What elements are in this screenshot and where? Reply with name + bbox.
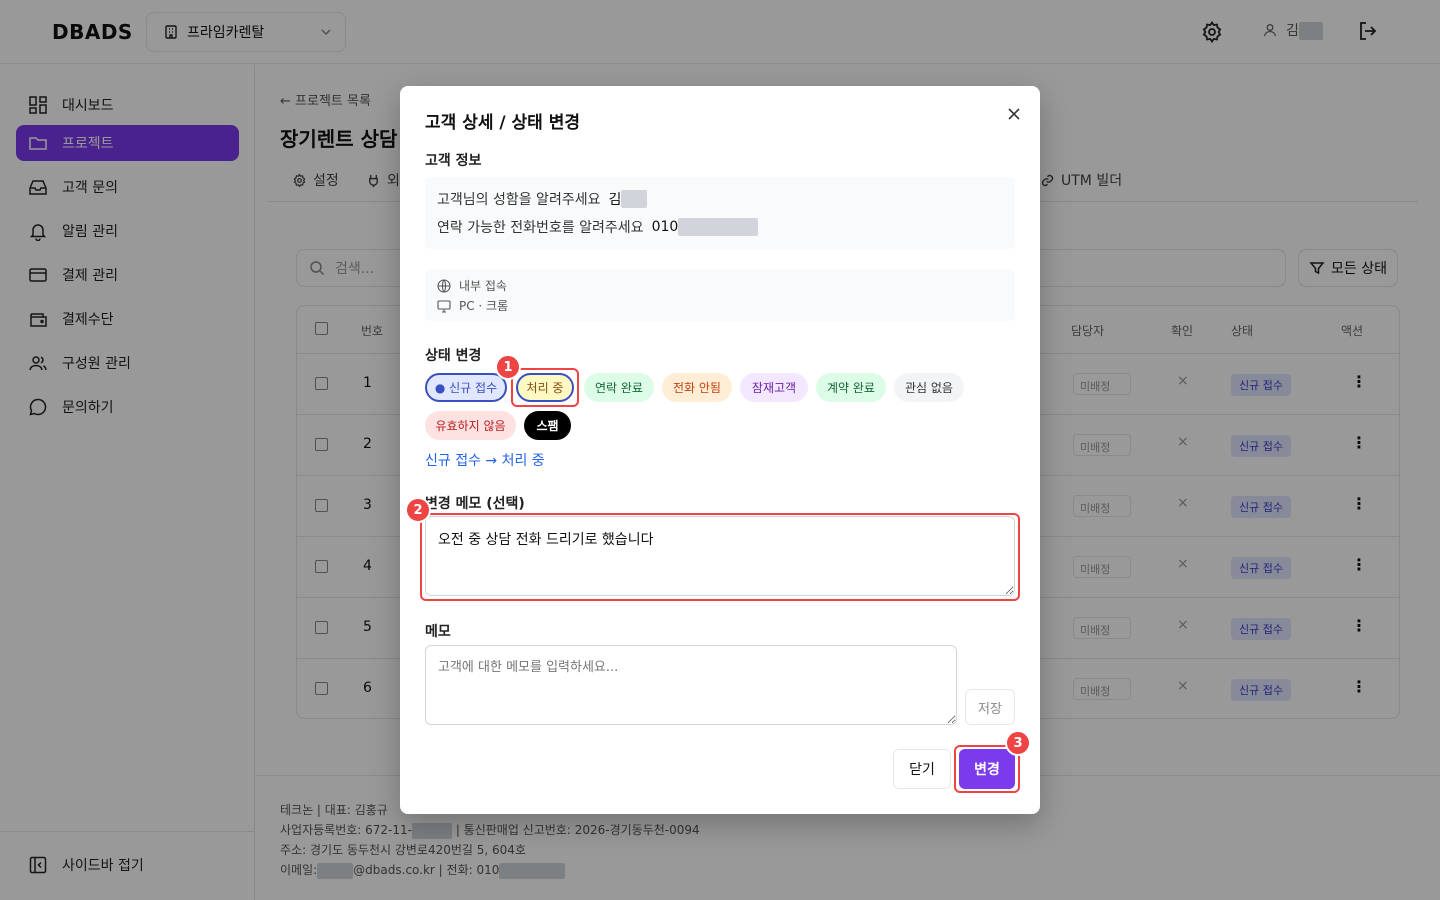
customer-info-heading: 고객 정보 (425, 153, 482, 169)
status-chip-contacted[interactable]: 연락 완료 (584, 373, 654, 402)
status-chip-new[interactable]: ● 신규 접수 (425, 373, 507, 402)
customer-detail-modal: 고객 상세 / 상태 변경 고객 정보 고객님의 성함을 알려주세요 김 연락 … (400, 86, 1040, 814)
session-meta-box: 내부 접속 PC · 크롬 (425, 269, 1015, 321)
change-status-button[interactable]: 변경 (959, 749, 1015, 789)
customer-phone-row: 연락 가능한 전화번호를 알려주세요 010 (437, 217, 759, 237)
memo-textarea[interactable] (425, 645, 957, 725)
status-transition-text: 신규 접수 → 처리 중 (425, 453, 545, 469)
access-type-row: 내부 접속 (437, 277, 507, 294)
status-chip-potential[interactable]: 잠재고객 (740, 373, 808, 402)
status-chip-spam[interactable]: 스팸 (524, 411, 571, 440)
customer-name-row: 고객님의 성함을 알려주세요 김 (437, 189, 648, 209)
status-chip-no-interest[interactable]: 관심 없음 (894, 373, 964, 402)
status-change-heading: 상태 변경 (425, 348, 482, 364)
status-chip-processing[interactable]: 처리 중 (516, 373, 574, 402)
memo-heading: 메모 (425, 624, 451, 640)
close-button[interactable]: 닫기 (893, 749, 951, 789)
status-chip-no-answer[interactable]: 전화 안됨 (662, 373, 732, 402)
annotation-badge-2: 2 (405, 497, 431, 523)
change-memo-textarea[interactable]: 오전 중 상담 전화 드리기로 했습니다 (425, 516, 1015, 596)
customer-name-value: 김 (608, 189, 648, 209)
monitor-icon (437, 299, 451, 313)
close-icon[interactable] (1004, 104, 1024, 124)
status-chip-contracted[interactable]: 계약 완료 (816, 373, 886, 402)
customer-info-box: 고객님의 성함을 알려주세요 김 연락 가능한 전화번호를 알려주세요 010 (425, 177, 1015, 249)
device-row: PC · 크롬 (437, 297, 508, 314)
customer-phone-value: 010 (652, 218, 759, 236)
globe-icon (437, 278, 451, 293)
change-memo-heading: 변경 메모 (선택) (425, 496, 525, 512)
annotation-badge-3: 3 (1005, 730, 1031, 756)
modal-title: 고객 상세 / 상태 변경 (425, 113, 581, 133)
save-memo-button[interactable]: 저장 (965, 689, 1015, 725)
status-chip-invalid[interactable]: 유효하지 않음 (425, 411, 516, 440)
annotation-badge-1: 1 (495, 354, 521, 380)
